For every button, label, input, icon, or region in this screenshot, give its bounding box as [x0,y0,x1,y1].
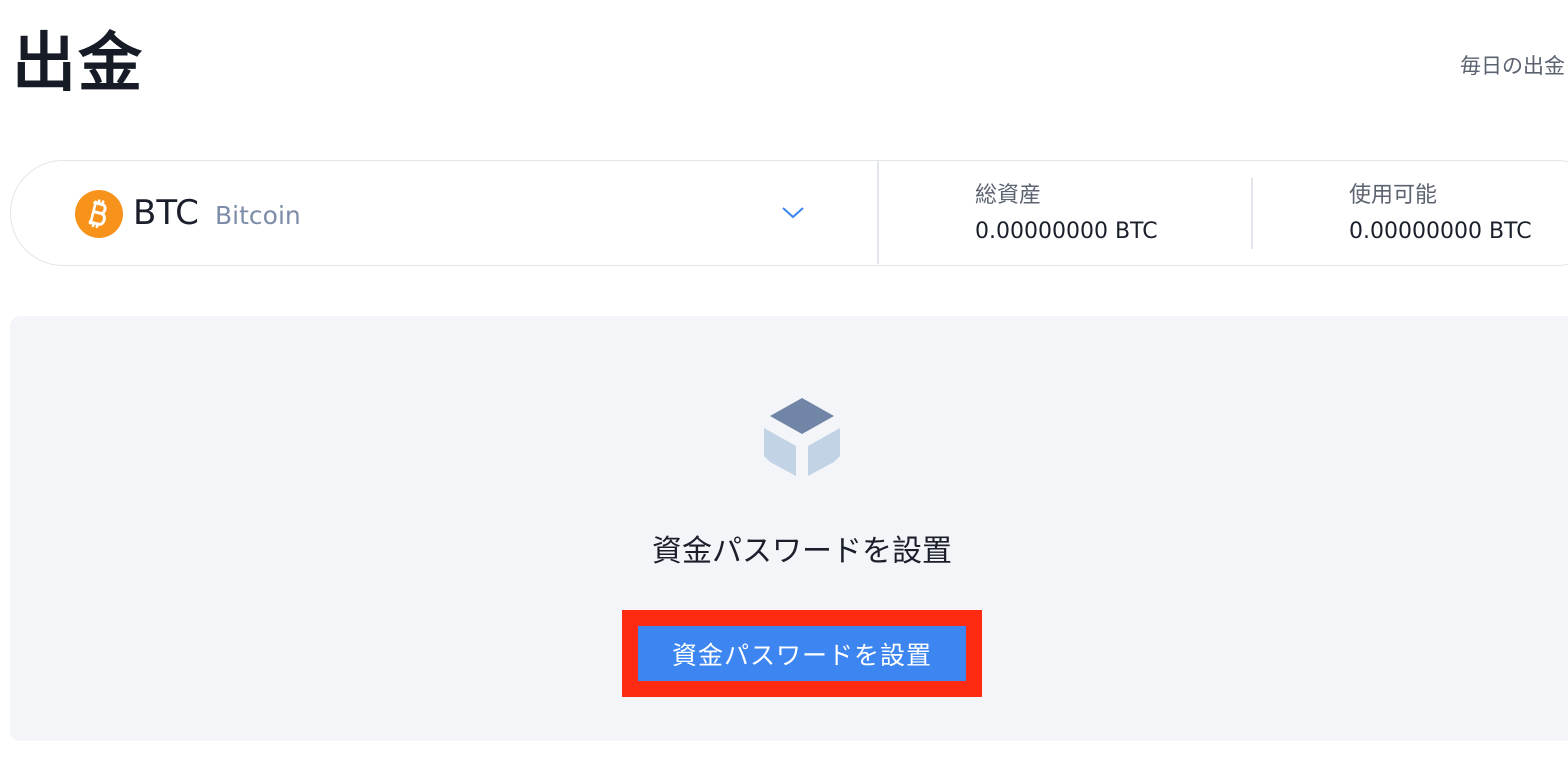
highlight-frame: 資金パスワードを設置 [622,610,982,697]
divider [877,161,879,264]
page-title: 出金 [12,27,144,101]
chevron-down-icon [782,207,804,219]
currency-bar: BTC Bitcoin 総資産 0.00000000 BTC 使用可能 0.00… [10,160,1568,266]
empty-state-message: 資金パスワードを設置 [652,534,952,569]
withdraw-page: 出金 毎日の出金 BTC Bitcoin 総資産 0.00000000 BTC … [0,0,1568,768]
empty-state-panel: 資金パスワードを設置 資金パスワードを設置 [10,316,1568,741]
bitcoin-icon [75,190,123,238]
currency-selector[interactable]: BTC Bitcoin [11,161,877,264]
available-value: 0.00000000 BTC [1349,219,1532,244]
divider [1251,178,1253,249]
available-label: 使用可能 [1349,183,1438,208]
total-assets-value: 0.00000000 BTC [975,219,1158,244]
coin-symbol: BTC [133,193,199,233]
total-assets-label: 総資産 [975,183,1042,208]
coin-name: Bitcoin [215,201,301,230]
daily-withdraw-limit-link[interactable]: 毎日の出金 [1460,50,1565,80]
set-fund-password-button[interactable]: 資金パスワードを設置 [638,626,966,681]
box-icon [764,398,840,476]
